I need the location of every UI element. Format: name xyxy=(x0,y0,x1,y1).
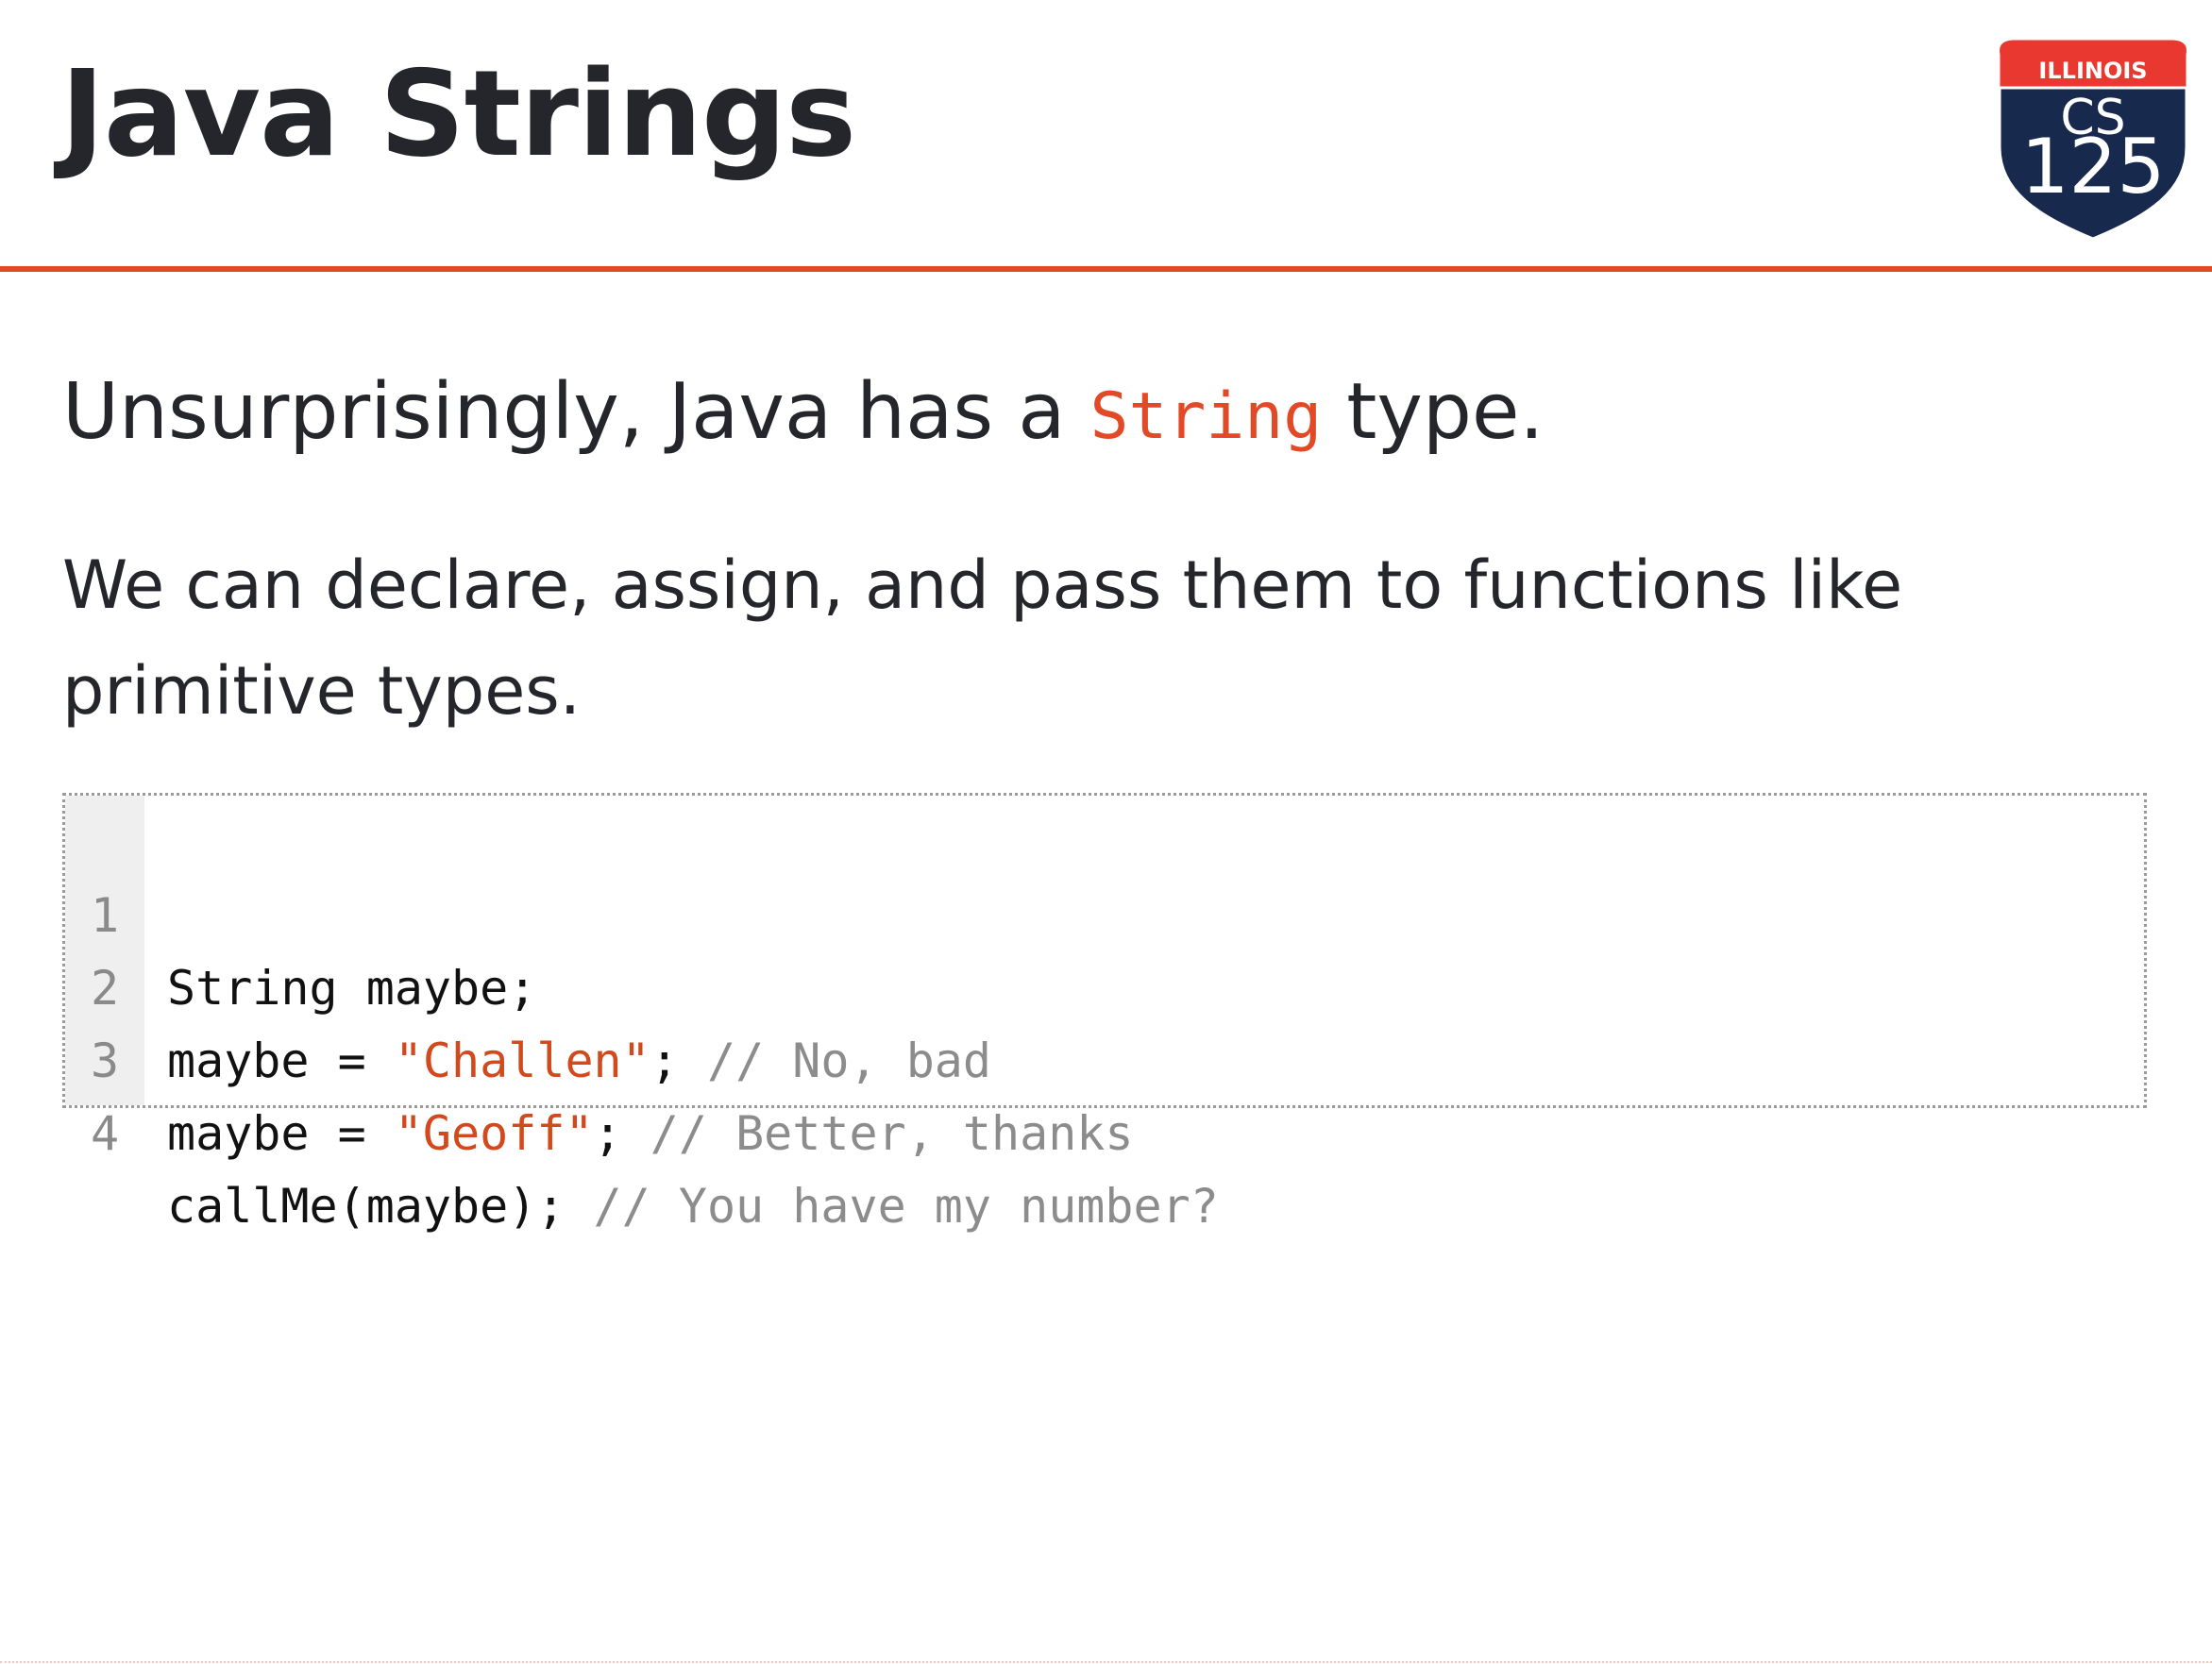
code-text: callMe(maybe); // You have my number? xyxy=(167,1170,1219,1243)
lead-text-after: type. xyxy=(1322,367,1545,457)
code-token: maybe = xyxy=(167,1106,395,1161)
code-line-3: 3 maybe = "Geoff"; // Better, thanks xyxy=(65,952,2144,1161)
bottom-divider xyxy=(0,1661,2212,1663)
logo-top-text: ILLINOIS xyxy=(2038,58,2147,84)
code-line-4: 4 callMe(maybe); // You have my number? xyxy=(65,1025,2144,1234)
inline-code-string: String xyxy=(1089,379,1323,454)
code-comment: // Better, thanks xyxy=(650,1106,1134,1161)
code-token-after-string: ; xyxy=(593,1106,650,1161)
illinois-cs125-shield-icon: ILLINOIS CS 125 xyxy=(1997,37,2189,241)
string-literal: "Geoff" xyxy=(394,1106,594,1161)
logo-number: 125 xyxy=(2021,123,2166,210)
java-code-block: 1 String maybe; 2 maybe = "Challen"; // … xyxy=(62,793,2147,1234)
slide-title: Java Strings xyxy=(60,44,856,183)
slide-header: Java Strings ILLINOIS CS 125 xyxy=(0,0,2212,272)
code-line-1: 1 String maybe; xyxy=(65,807,2144,1016)
header-divider xyxy=(0,266,2212,272)
line-number: 4 xyxy=(90,1106,120,1161)
code-line-2: 2 maybe = "Challen"; // No, bad xyxy=(65,880,2144,1088)
lead-text: Unsurprisingly, Java has a String type. xyxy=(62,361,1544,469)
illinois-cs125-logo: ILLINOIS CS 125 xyxy=(1990,36,2196,247)
body-text: We can declare, assign, and pass them to… xyxy=(62,546,1903,730)
code-comment: // You have my number? xyxy=(593,1179,1219,1234)
lead-text-before: Unsurprisingly, Java has a xyxy=(62,367,1090,457)
code-token: callMe(maybe); xyxy=(167,1179,594,1234)
code-text: maybe = "Geoff"; // Better, thanks xyxy=(167,1098,1134,1170)
